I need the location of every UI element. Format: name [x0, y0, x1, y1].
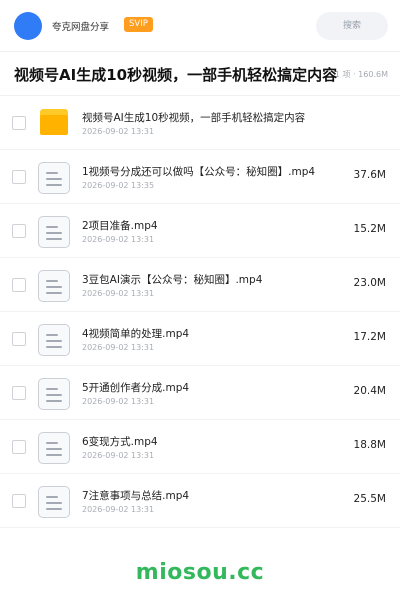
row-checkbox[interactable]: [12, 332, 26, 346]
list-item[interactable]: 5开通创作者分成.mp4 2026-09-02 13:31 20.4M: [0, 366, 400, 420]
video-file-icon: [38, 378, 70, 410]
row-checkbox[interactable]: [12, 494, 26, 508]
video-file-icon: [38, 486, 70, 518]
user-name: 夸克网盘分享: [52, 22, 110, 33]
row-checkbox[interactable]: [12, 440, 26, 454]
row-checkbox[interactable]: [12, 278, 26, 292]
file-name: 7注意事项与总结.mp4: [82, 490, 190, 502]
page-title: 视频号AI生成10秒视频，一部手机轻松搞定内容: [14, 66, 338, 84]
file-date: 2026-09-02 13:31: [82, 235, 155, 244]
share-title-bar: 1 项 · 160.6M 视频号AI生成10秒视频，一部手机轻松搞定内容: [0, 52, 400, 96]
video-file-icon: [38, 216, 70, 248]
row-checkbox[interactable]: [12, 170, 26, 184]
row-checkbox[interactable]: [12, 224, 26, 238]
video-file-icon: [38, 270, 70, 302]
list-item[interactable]: 1视频号分成还可以做吗【公众号：秘知圈】.mp4 2026-09-02 13:3…: [0, 150, 400, 204]
file-name: 4视频简单的处理.mp4: [82, 328, 190, 340]
file-date: 2026-09-02 13:31: [82, 289, 155, 298]
file-size: 20.4M: [353, 385, 386, 397]
row-checkbox[interactable]: [12, 386, 26, 400]
video-file-icon: [38, 432, 70, 464]
file-name: 3豆包AI演示【公众号：秘知圈】.mp4: [82, 274, 263, 286]
video-file-icon: [38, 324, 70, 356]
file-name: 2项目准备.mp4: [82, 220, 158, 232]
file-name: 视频号AI生成10秒视频，一部手机轻松搞定内容: [82, 112, 306, 124]
list-item[interactable]: 3豆包AI演示【公众号：秘知圈】.mp4 2026-09-02 13:31 23…: [0, 258, 400, 312]
list-item[interactable]: 7注意事项与总结.mp4 2026-09-02 13:31 25.5M: [0, 474, 400, 528]
share-meta: 1 项 · 160.6M: [334, 70, 388, 79]
file-name: 6变现方式.mp4: [82, 436, 158, 448]
file-list: 视频号AI生成10秒视频，一部手机轻松搞定内容 2026-09-02 13:31…: [0, 96, 400, 528]
avatar[interactable]: [14, 12, 42, 40]
list-item[interactable]: 4视频简单的处理.mp4 2026-09-02 13:31 17.2M: [0, 312, 400, 366]
row-checkbox[interactable]: [12, 116, 26, 130]
video-file-icon: [38, 162, 70, 194]
file-size: 25.5M: [353, 493, 386, 505]
file-date: 2026-09-02 13:31: [82, 451, 155, 460]
folder-icon: [38, 108, 68, 138]
file-size: 37.6M: [353, 169, 386, 181]
file-size: 23.0M: [353, 277, 386, 289]
file-size: 18.8M: [353, 439, 386, 451]
search-button[interactable]: 搜索: [316, 12, 388, 40]
top-bar: 夸克网盘分享 SVIP 搜索: [0, 0, 400, 52]
svip-badge: SVIP: [124, 17, 153, 32]
file-name: 1视频号分成还可以做吗【公众号：秘知圈】.mp4: [82, 166, 316, 178]
watermark: miosou.cc: [135, 560, 265, 585]
file-size: 15.2M: [353, 223, 386, 235]
file-name: 5开通创作者分成.mp4: [82, 382, 190, 394]
file-date: 2026-09-02 13:31: [82, 127, 155, 136]
file-date: 2026-09-02 13:31: [82, 343, 155, 352]
list-item-folder[interactable]: 视频号AI生成10秒视频，一部手机轻松搞定内容 2026-09-02 13:31: [0, 96, 400, 150]
list-item[interactable]: 2项目准备.mp4 2026-09-02 13:31 15.2M: [0, 204, 400, 258]
file-date: 2026-09-02 13:31: [82, 505, 155, 514]
file-date: 2026-09-02 13:31: [82, 397, 155, 406]
list-item[interactable]: 6变现方式.mp4 2026-09-02 13:31 18.8M: [0, 420, 400, 474]
file-size: 17.2M: [353, 331, 386, 343]
file-date: 2026-09-02 13:35: [82, 181, 155, 190]
